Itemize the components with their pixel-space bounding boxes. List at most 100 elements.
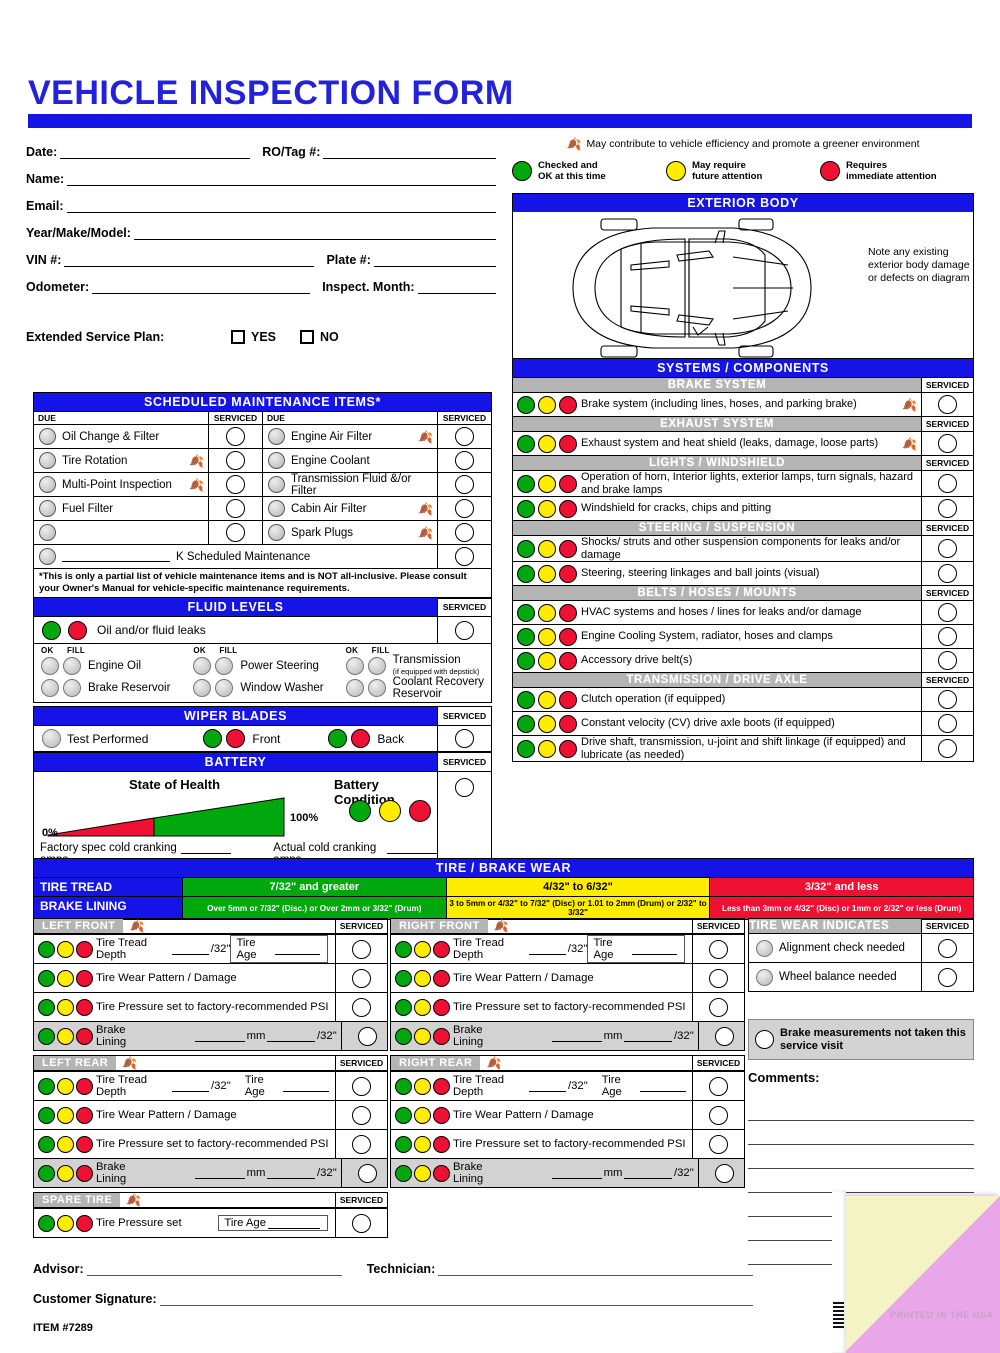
serviced-circle[interactable] <box>352 1076 371 1096</box>
serviced-circle[interactable] <box>938 714 957 733</box>
fill-circle[interactable] <box>367 657 386 675</box>
yellow-status-icon[interactable] <box>413 998 431 1016</box>
red-status-icon[interactable] <box>75 1106 93 1124</box>
wiper-serviced-cell[interactable] <box>437 726 491 751</box>
scheduled-serviced-cell[interactable] <box>437 449 491 472</box>
red-status-icon[interactable] <box>68 620 87 640</box>
esp-no-option[interactable]: NO <box>300 330 339 344</box>
green-status-icon[interactable] <box>394 1164 412 1182</box>
yellow-status-icon[interactable] <box>538 499 556 518</box>
advisor-input[interactable] <box>86 1263 342 1276</box>
ok-circle[interactable] <box>41 657 59 675</box>
ok-circle[interactable] <box>345 679 364 697</box>
brake-lining-32-input[interactable] <box>624 1168 672 1179</box>
green-status-icon[interactable] <box>517 395 535 414</box>
tire-quadrant-serviced-cell[interactable] <box>692 935 744 963</box>
serviced-circle[interactable] <box>352 939 371 959</box>
red-status-icon[interactable] <box>351 729 371 748</box>
serviced-circle[interactable] <box>709 1105 728 1125</box>
serviced-circle[interactable] <box>455 523 474 542</box>
serviced-circle[interactable] <box>352 1105 371 1125</box>
plate-input[interactable] <box>373 255 496 267</box>
green-status-icon[interactable] <box>517 603 535 622</box>
red-status-icon[interactable] <box>559 434 577 453</box>
scheduled-serviced-cell[interactable] <box>437 425 491 448</box>
k-maintenance-input[interactable] <box>62 551 170 562</box>
red-status-icon[interactable] <box>559 395 577 414</box>
email-input[interactable] <box>66 201 496 213</box>
scheduled-serviced-cell[interactable] <box>208 521 262 544</box>
yellow-status-icon[interactable] <box>538 564 556 583</box>
green-status-icon[interactable] <box>517 539 535 558</box>
red-status-icon[interactable] <box>75 1027 93 1045</box>
systems-serviced-cell[interactable] <box>921 625 973 648</box>
vin-input[interactable] <box>64 255 315 267</box>
red-status-icon[interactable] <box>409 800 431 822</box>
odometer-input[interactable] <box>92 282 311 294</box>
red-status-icon[interactable] <box>559 564 577 583</box>
tire-quadrant-serviced-cell[interactable] <box>335 935 387 963</box>
green-status-icon[interactable] <box>349 800 371 822</box>
serviced-circle[interactable] <box>709 1076 728 1096</box>
tire-age-input[interactable] <box>631 944 677 955</box>
red-status-icon[interactable] <box>75 1135 93 1153</box>
serviced-circle[interactable] <box>938 967 957 987</box>
green-status-icon[interactable] <box>37 1164 55 1182</box>
serviced-circle[interactable] <box>455 451 474 470</box>
ok-circle[interactable] <box>345 657 364 675</box>
tire-age-box[interactable]: Tire Age <box>587 935 685 963</box>
green-status-icon[interactable] <box>394 940 412 958</box>
year-make-model-input[interactable] <box>133 228 496 240</box>
tire-tread-depth-input[interactable] <box>171 944 209 955</box>
due-circle[interactable] <box>39 428 56 445</box>
tire-wear-indicates-serviced-cell[interactable] <box>921 934 973 962</box>
tire-quadrant-serviced-cell[interactable] <box>692 1130 744 1158</box>
tire-quadrant-serviced-cell[interactable] <box>692 1101 744 1129</box>
due-circle[interactable] <box>39 500 56 517</box>
due-circle[interactable] <box>268 500 285 517</box>
red-status-icon[interactable] <box>75 1077 93 1095</box>
serviced-circle[interactable] <box>938 474 957 493</box>
yellow-status-icon[interactable] <box>56 1077 74 1095</box>
serviced-circle[interactable] <box>226 523 245 542</box>
brake-lining-32-input[interactable] <box>267 1031 315 1042</box>
ok-circle[interactable] <box>193 657 212 675</box>
yellow-status-icon[interactable] <box>413 1135 431 1153</box>
green-status-icon[interactable] <box>517 627 535 646</box>
green-status-icon[interactable] <box>37 940 55 958</box>
tire-age-input[interactable] <box>268 1218 320 1229</box>
serviced-circle[interactable] <box>938 499 957 518</box>
yellow-status-icon[interactable] <box>538 539 556 558</box>
yellow-status-icon[interactable] <box>56 998 74 1016</box>
esp-no-checkbox[interactable] <box>300 330 315 344</box>
factory-spec-amps-input[interactable] <box>180 842 232 854</box>
fill-circle[interactable] <box>367 679 386 697</box>
red-status-icon[interactable] <box>432 969 450 987</box>
tire-age-box[interactable]: Tire Age <box>218 1215 328 1231</box>
red-status-icon[interactable] <box>559 739 577 758</box>
green-status-icon[interactable] <box>517 434 535 453</box>
indicator-circle[interactable] <box>756 968 773 986</box>
due-circle[interactable] <box>268 452 285 469</box>
esp-yes-checkbox[interactable] <box>231 330 245 344</box>
no-brake-measurement-circle[interactable] <box>755 1030 774 1049</box>
tire-quadrant-serviced-cell[interactable] <box>697 1022 750 1050</box>
serviced-circle[interactable] <box>938 651 957 670</box>
systems-serviced-cell[interactable] <box>921 601 973 624</box>
systems-serviced-cell[interactable] <box>921 471 973 496</box>
serviced-circle[interactable] <box>709 968 728 988</box>
red-status-icon[interactable] <box>559 499 577 518</box>
red-status-icon[interactable] <box>432 1135 450 1153</box>
scheduled-serviced-cell[interactable] <box>208 449 262 472</box>
systems-serviced-cell[interactable] <box>921 393 973 416</box>
fill-circle[interactable] <box>63 657 81 675</box>
green-status-icon[interactable] <box>37 1106 55 1124</box>
red-status-icon[interactable] <box>432 1106 450 1124</box>
no-brake-measurement-note[interactable]: Brake measurements not taken this servic… <box>748 1019 974 1060</box>
scheduled-serviced-cell[interactable] <box>437 473 491 496</box>
green-status-icon[interactable] <box>394 1135 412 1153</box>
red-status-icon[interactable] <box>75 969 93 987</box>
brake-lining-mm-input[interactable] <box>552 1031 602 1042</box>
due-circle[interactable] <box>39 524 56 541</box>
systems-serviced-cell[interactable] <box>921 736 973 761</box>
